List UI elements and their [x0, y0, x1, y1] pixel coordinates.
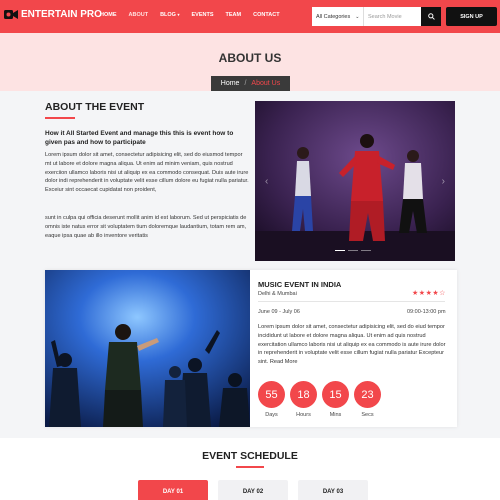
nav-events[interactable]: EVENTS: [192, 12, 214, 18]
main-nav: HOME ABOUT BLOG ▾ EVENTS TEAM CONTACT: [100, 12, 292, 18]
search-input[interactable]: [364, 8, 420, 25]
tab-day-03[interactable]: DAY 03: [298, 480, 368, 500]
event-location: Delhi & Mumbai: [258, 291, 297, 297]
event-rating: ★★★★☆: [412, 289, 446, 297]
countdown-label: Mins: [329, 412, 342, 418]
event-dates: June 09 - July 06: [258, 309, 300, 315]
event-title: MUSIC EVENT IN INDIA: [258, 280, 342, 289]
nav-team[interactable]: TEAM: [226, 12, 242, 18]
search-icon: [427, 13, 435, 20]
slider-prev-arrow[interactable]: ‹: [265, 176, 268, 187]
countdown-hours: 18 Hours: [290, 381, 317, 418]
countdown-label: Secs: [361, 412, 374, 418]
breadcrumb-separator: /: [244, 80, 247, 87]
page-title: ABOUT US: [218, 51, 282, 65]
countdown-mins: 15 Mins: [322, 381, 349, 418]
logo[interactable]: ENTERTAIN PRO: [4, 9, 102, 20]
nav-blog[interactable]: BLOG ▾: [160, 12, 179, 18]
category-select[interactable]: All Categories ⌄: [312, 7, 364, 26]
countdown-days: 55 Days: [258, 381, 285, 418]
top-navbar: ENTERTAIN PRO HOME ABOUT BLOG ▾ EVENTS T…: [0, 0, 500, 33]
chevron-down-icon: ⌄: [355, 13, 360, 20]
about-subtitle: How it All Started Event and manage this…: [45, 130, 234, 146]
star-empty-icon: ☆: [439, 290, 446, 297]
countdown-label: Days: [265, 412, 278, 418]
countdown-value: 15: [322, 381, 349, 408]
divider: [258, 301, 445, 302]
nav-about[interactable]: ABOUT: [129, 12, 149, 18]
concert-photo: [45, 270, 250, 427]
nav-blog-label: BLOG: [160, 12, 176, 18]
event-card: MUSIC EVENT IN INDIA Delhi & Mumbai ★★★★…: [45, 270, 457, 427]
slider-dot[interactable]: [348, 249, 358, 251]
breadcrumb-current: About Us: [251, 80, 281, 87]
countdown-value: 18: [290, 381, 317, 408]
countdown-secs: 23 Secs: [354, 381, 381, 418]
countdown-value: 55: [258, 381, 285, 408]
breadcrumb-home[interactable]: Home: [221, 80, 240, 87]
logo-text: ENTERTAIN PRO: [21, 9, 102, 20]
breadcrumb: Home / About Us: [211, 76, 290, 91]
signup-button[interactable]: SIGN UP: [446, 7, 497, 26]
star-filled-icon: ★: [418, 290, 426, 297]
category-select-value: All Categories: [316, 13, 351, 20]
tab-day-01[interactable]: DAY 01: [138, 480, 208, 500]
slider-next-arrow[interactable]: ›: [442, 176, 445, 187]
event-time: 09:00-13:00 pm: [407, 309, 446, 315]
title-underline: [236, 466, 264, 468]
dance-photo-slider[interactable]: ‹ ›: [255, 101, 455, 261]
dancers-photo: [255, 101, 455, 261]
slider-dot[interactable]: [361, 249, 371, 251]
slider-dots: [335, 249, 371, 251]
search-bar: All Categories ⌄: [312, 7, 441, 26]
nav-contact[interactable]: CONTACT: [253, 12, 279, 18]
event-description: Lorem ipsum dolor sit amet, consectetur …: [258, 324, 446, 366]
about-paragraph-1: Lorem ipsum dolor sit amet, consectetur …: [45, 152, 249, 194]
concert-image: [45, 270, 250, 427]
video-camera-icon: [4, 10, 18, 19]
day-tabs: DAY 01 DAY 02 DAY 03: [138, 480, 368, 500]
chevron-down-icon: ▾: [177, 12, 180, 17]
schedule-title: EVENT SCHEDULE: [202, 450, 298, 462]
countdown-label: Hours: [296, 412, 311, 418]
search-button[interactable]: [421, 7, 441, 26]
star-filled-icon: ★: [412, 290, 419, 297]
about-title: ABOUT THE EVENT: [45, 101, 145, 113]
slider-dot[interactable]: [335, 249, 345, 251]
about-paragraph-2: sunt in culpa qui officia deserunt molli…: [45, 215, 247, 239]
tab-day-02[interactable]: DAY 02: [218, 480, 288, 500]
title-underline: [45, 117, 75, 119]
nav-home[interactable]: HOME: [100, 12, 117, 18]
countdown-value: 23: [354, 381, 381, 408]
countdown: 55 Days 18 Hours 15 Mins 23 Secs: [258, 381, 381, 418]
